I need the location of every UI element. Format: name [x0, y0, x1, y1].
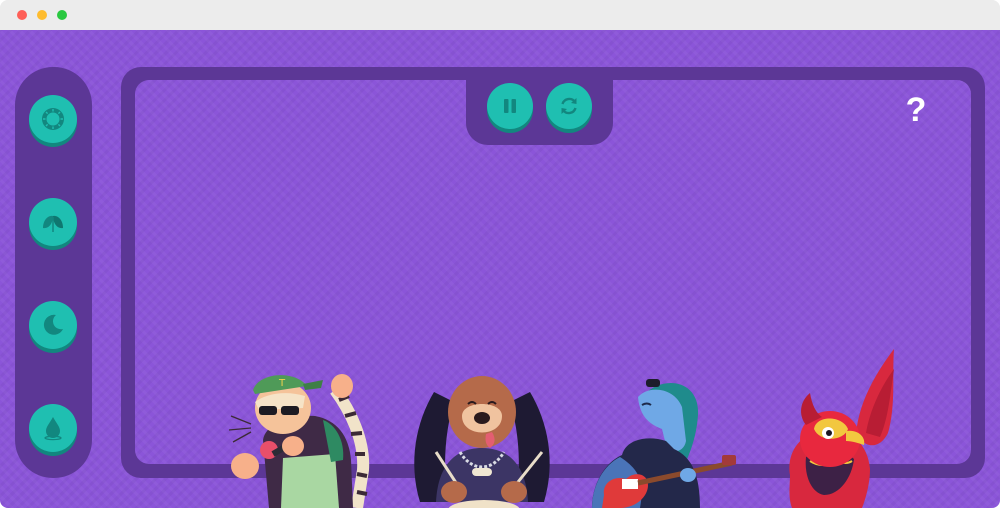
night-button[interactable] — [29, 301, 77, 349]
dog-drummer[interactable] — [402, 352, 562, 508]
pause-icon — [504, 99, 516, 113]
minimize-window-button[interactable] — [37, 10, 47, 20]
pause-button[interactable] — [487, 83, 533, 129]
browser-window: ? T — [0, 0, 1000, 508]
refresh-button[interactable] — [546, 83, 592, 129]
refresh-icon — [561, 97, 577, 115]
tiger-singer[interactable]: T — [225, 350, 385, 508]
nature-button[interactable] — [29, 198, 77, 246]
leaves-icon — [43, 215, 63, 232]
app-canvas: ? T — [0, 30, 1000, 508]
water-button[interactable] — [29, 404, 77, 452]
sun-icon — [42, 108, 64, 130]
sidebar — [15, 67, 92, 478]
help-button[interactable]: ? — [900, 90, 932, 130]
title-bar — [0, 0, 1000, 30]
zoom-window-button[interactable] — [57, 10, 67, 20]
water-drop-icon — [44, 417, 62, 441]
phoenix-bird[interactable] — [770, 345, 900, 508]
close-window-button[interactable] — [17, 10, 27, 20]
moon-icon — [43, 314, 63, 335]
svg-text:T: T — [278, 378, 286, 389]
sun-button[interactable] — [29, 95, 77, 143]
horse-guitarist[interactable] — [582, 375, 742, 508]
playback-controls — [466, 67, 613, 145]
